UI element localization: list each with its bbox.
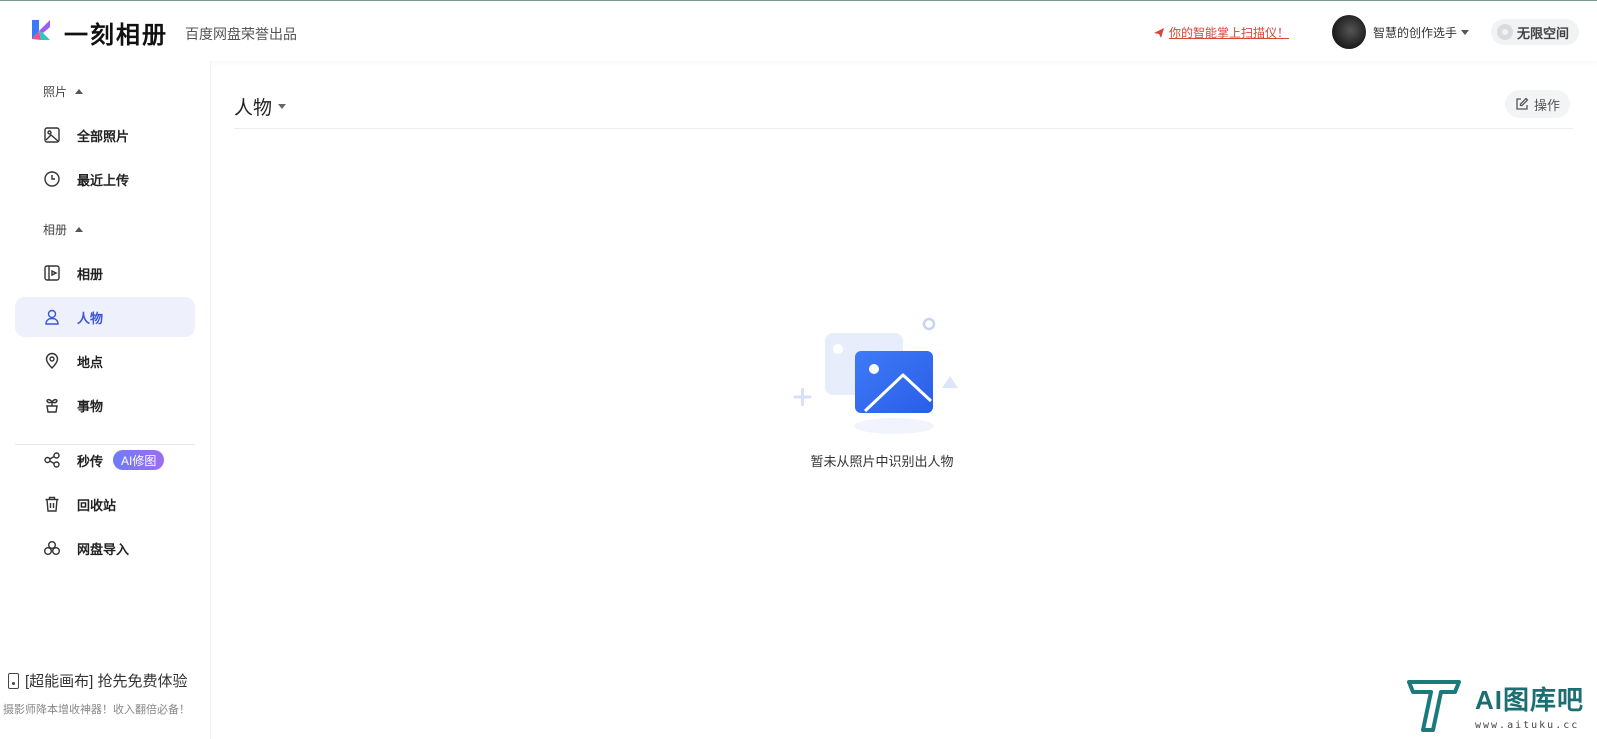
site-watermark: AI图库吧 www.aituku.cc (1405, 676, 1591, 736)
canvas-promo-text: [超能画布] 抢先免费体验 (25, 673, 188, 690)
section-photos-toggle[interactable]: 照片 (43, 83, 84, 100)
sidebar-item-label: 相册 (77, 266, 104, 282)
operate-label: 操作 (1534, 97, 1561, 113)
chevron-up-icon (75, 227, 84, 232)
sidebar-item-label: 事物 (77, 398, 104, 414)
sidebar-item-label: 秒传 (77, 453, 104, 469)
top-header: 一刻相册 百度网盘荣誉出品 你的智能掌上扫描仪！ 智慧的创作选手 无限空间 (0, 0, 1597, 61)
scanner-promo-text: 你的智能掌上扫描仪！ (1169, 26, 1290, 40)
page-title-dropdown[interactable]: 人物 (234, 93, 287, 120)
page-title: 人物 (234, 98, 273, 119)
clock-icon (43, 170, 61, 188)
main-content: 人物 操作 暂未从照片中识别出人物 (212, 61, 1597, 739)
sidebar: 照片 全部照片 最近上传 相册 相册 人物 地点 事物 秒传 AI修图 回收站 … (0, 61, 211, 739)
plant-icon (43, 396, 61, 414)
watermark-url: www.aituku.cc (1475, 720, 1580, 731)
sidebar-item-all-photos[interactable]: 全部照片 (15, 115, 195, 155)
sidebar-item-instant-upload[interactable]: 秒传 AI修图 (15, 440, 195, 480)
sidebar-item-label: 回收站 (77, 497, 117, 513)
canvas-promo-subtext: 摄影师降本增收神器！收入翻倍必备！ (3, 704, 190, 716)
phone-icon (8, 672, 19, 689)
scanner-promo-link[interactable]: 你的智能掌上扫描仪！ (1153, 24, 1289, 41)
canvas-promo-link[interactable]: [超能画布] 抢先免费体验 (8, 670, 188, 691)
trash-icon (43, 495, 61, 513)
chevron-down-icon (1461, 30, 1470, 35)
album-icon (43, 264, 61, 282)
username-label: 智慧的创作选手 (1373, 26, 1458, 40)
sidebar-item-label: 网盘导入 (77, 541, 130, 557)
sidebar-item-trash[interactable]: 回收站 (15, 484, 195, 524)
sidebar-item-label: 人物 (77, 310, 104, 326)
sidebar-item-recent[interactable]: 最近上传 (15, 159, 195, 199)
user-avatar[interactable] (1332, 15, 1366, 49)
sidebar-item-label: 地点 (77, 354, 104, 370)
paper-plane-icon (1154, 27, 1164, 38)
section-albums-toggle[interactable]: 相册 (43, 221, 84, 238)
empty-photo-illustration (793, 317, 958, 434)
edit-icon (1516, 97, 1529, 110)
sidebar-item-label: 全部照片 (77, 128, 130, 144)
app-logo[interactable] (28, 17, 54, 43)
storage-space-button[interactable]: 无限空间 (1491, 19, 1580, 45)
operate-button[interactable]: 操作 (1505, 90, 1571, 118)
storage-space-label: 无限空间 (1517, 25, 1570, 41)
user-menu[interactable]: 智慧的创作选手 (1373, 24, 1470, 41)
cloud-icon (43, 539, 61, 557)
sidebar-item-things[interactable]: 事物 (15, 385, 195, 425)
share-icon (43, 451, 61, 469)
sidebar-item-people[interactable]: 人物 (15, 297, 195, 337)
watermark-logo (1407, 680, 1461, 732)
person-icon (43, 308, 61, 326)
section-albums-label: 相册 (43, 223, 68, 237)
location-icon (43, 352, 61, 370)
empty-state-message: 暂未从照片中识别出人物 (810, 454, 954, 469)
image-icon (43, 126, 61, 144)
sidebar-item-places[interactable]: 地点 (15, 341, 195, 381)
chevron-down-icon (278, 104, 287, 109)
watermark-text: AI图库吧 (1475, 685, 1585, 715)
storage-icon (1497, 24, 1513, 40)
sidebar-item-albums[interactable]: 相册 (15, 253, 195, 293)
chevron-up-icon (75, 89, 84, 94)
sidebar-item-netdisk-import[interactable]: 网盘导入 (15, 528, 195, 568)
ai-retouch-badge[interactable]: AI修图 (113, 450, 165, 470)
brand-name[interactable]: 一刻相册 (64, 15, 168, 50)
sidebar-item-label: 最近上传 (77, 172, 130, 188)
brand-subtitle: 百度网盘荣誉出品 (185, 26, 297, 42)
section-photos-label: 照片 (43, 85, 68, 99)
title-divider (234, 128, 1573, 129)
